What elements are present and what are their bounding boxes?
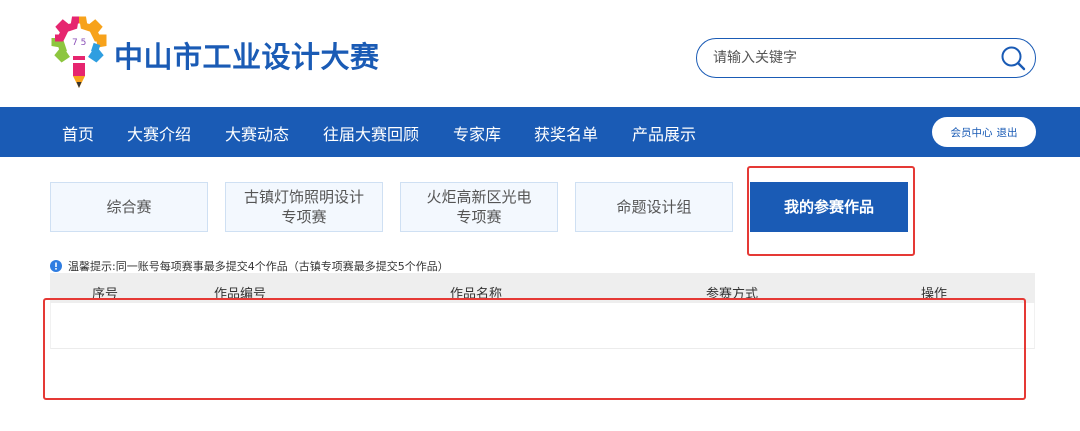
search-icon[interactable] (999, 44, 1027, 72)
tab-proposition-design[interactable]: 命题设计组 (575, 182, 733, 232)
tab-guzhen-lighting[interactable]: 古镇灯饰照明设计 专项赛 (225, 182, 383, 232)
logout-link[interactable]: 退出 (997, 125, 1018, 140)
tab-torch-optoelectronics[interactable]: 火炬高新区光电 专项赛 (400, 182, 558, 232)
tab-my-entries[interactable]: 我的参赛作品 (750, 182, 908, 232)
column-header-entry-id: 作品编号 (214, 287, 267, 302)
column-header-entry-name: 作品名称 (450, 287, 503, 302)
info-icon (50, 260, 62, 272)
tab-label-sub: 专项赛 (456, 208, 502, 226)
search-box[interactable] (696, 38, 1036, 78)
nav-item-products[interactable]: 产品展示 (632, 121, 696, 145)
column-header-index: 序号 (92, 287, 119, 302)
nav-item-home[interactable]: 首页 (62, 121, 94, 145)
tip-notice: 温馨提示:同一账号每项赛事最多提交4个作品（古镇专项赛最多提交5个作品） (50, 259, 449, 273)
member-center-link[interactable]: 会员中心 (951, 125, 993, 140)
search-input[interactable] (713, 47, 983, 69)
entries-table-body (50, 303, 1035, 349)
tab-label: 火炬高新区光电 (426, 188, 532, 206)
nav-item-news[interactable]: 大赛动态 (225, 121, 289, 145)
main-nav: 首页 大赛介绍 大赛动态 往届大赛回顾 专家库 获奖名单 产品展示 (0, 107, 1080, 157)
nav-item-experts[interactable]: 专家库 (453, 121, 501, 145)
tab-label: 我的参赛作品 (783, 198, 874, 216)
tab-label: 命题设计组 (616, 198, 692, 216)
column-header-entry-mode: 参赛方式 (706, 287, 759, 302)
site-header: 7 5 中山市工业设计大赛 (0, 0, 1080, 107)
tab-label: 综合赛 (106, 198, 152, 216)
tip-text: 温馨提示:同一账号每项赛事最多提交4个作品（古镇专项赛最多提交5个作品） (68, 260, 449, 273)
entries-table-header: 序号 作品编号 作品名称 参赛方式 操作 (50, 273, 1035, 303)
tab-general[interactable]: 综合赛 (50, 182, 208, 232)
tab-label-sub: 专项赛 (281, 208, 327, 226)
svg-text:7 5: 7 5 (72, 38, 86, 48)
site-title: 中山市工业设计大赛 (114, 40, 380, 74)
nav-item-winners[interactable]: 获奖名单 (534, 121, 598, 145)
tab-label: 古镇灯饰照明设计 (243, 188, 364, 206)
gear-pencil-logo-icon[interactable]: 7 5 (50, 16, 108, 90)
member-button: 会员中心 退出 (932, 117, 1036, 147)
nav-item-history[interactable]: 往届大赛回顾 (323, 121, 419, 145)
column-header-actions: 操作 (921, 287, 948, 302)
nav-item-intro[interactable]: 大赛介绍 (127, 121, 191, 145)
